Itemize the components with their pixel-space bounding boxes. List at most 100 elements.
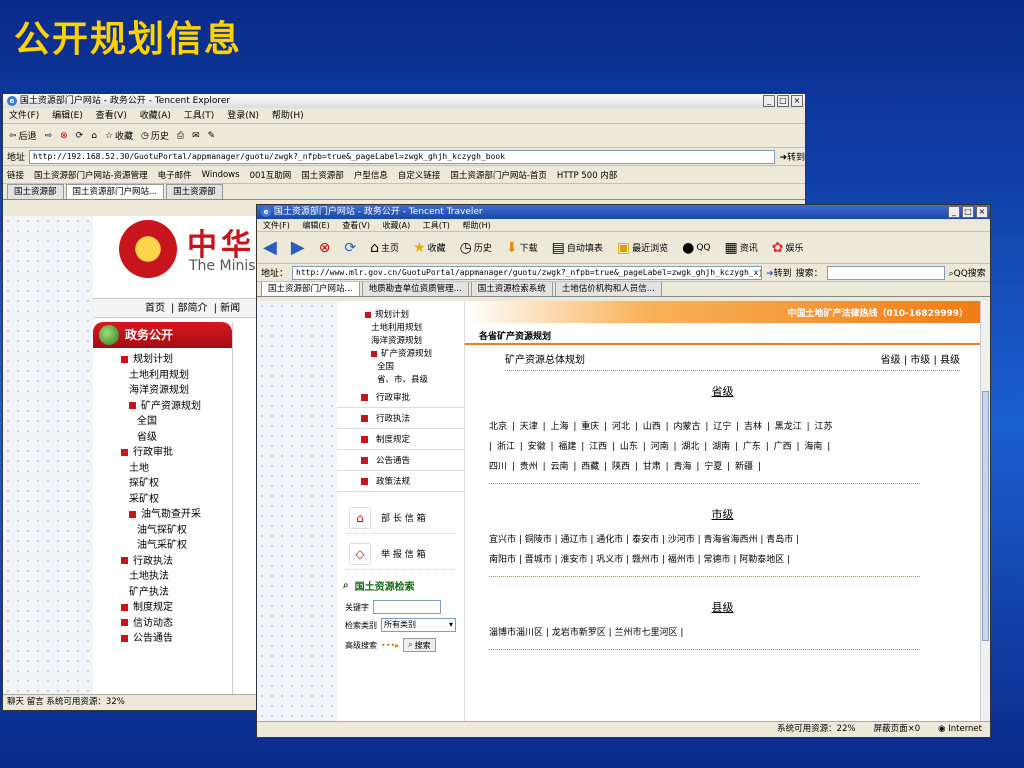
nav-home[interactable]: 首页 [145,303,165,314]
scrollbar-thumb[interactable] [982,391,989,641]
tab-item[interactable]: 国土资源检索系统 [470,282,553,296]
autofill-button[interactable]: ▤ 自动填表 [552,240,603,256]
close-button[interactable]: × [976,206,988,218]
menu-item[interactable]: 采矿权 [93,492,232,508]
home-button[interactable]: ⌂ 主页 [370,240,399,256]
front-address-input[interactable]: http://www.mlr.gov.cn/GuotuPortal/appman… [292,265,763,280]
forward-arrow-icon[interactable]: ▶ [291,237,305,258]
stop-icon[interactable]: ⊗ [60,131,68,141]
sidebar-section[interactable]: 行政执法 [337,408,464,429]
menu-file[interactable]: 文件(F) [263,221,290,230]
menu-help[interactable]: 帮助(H) [272,111,304,121]
go-button[interactable]: ➜转到 [779,150,805,163]
province-line[interactable]: 四川 | 贵州 | 云南 | 西藏 | 陕西 | 甘肃 | 青海 | 宁夏 | … [489,457,940,477]
link-item[interactable]: Windows [202,170,240,180]
forward-arrow-icon[interactable]: ⇨ [45,131,53,141]
menu-item[interactable]: 规划计划 [93,352,232,368]
home-icon[interactable]: ⌂ [91,131,97,141]
menu-item[interactable]: 海洋资源规划 [93,383,232,399]
menu-item[interactable]: 信访动态 [93,616,232,632]
menu-item[interactable]: 全国 [93,414,232,430]
vertical-scrollbar[interactable] [980,301,990,721]
menu-edit[interactable]: 编辑(E) [52,111,83,121]
menu-view[interactable]: 查看(V) [342,221,370,230]
menu-item[interactable]: 土地利用规划 [93,368,232,384]
city-line[interactable]: 宜兴市 | 铜陵市 | 通辽市 | 通化市 | 泰安市 | 沙河市 | 青海省海… [489,530,940,550]
tab-item[interactable]: 地质勘查单位资质管理... [361,282,469,296]
history-button[interactable]: ◷ 历史 [460,240,492,256]
category-select[interactable]: 所有类别 ▾ [381,618,456,632]
sidebar-section[interactable]: 制度规定 [337,429,464,450]
back-address-input[interactable]: http://192.168.52.30/GuotuPortal/appmana… [29,149,776,164]
menu-item[interactable]: 油气勘查开采 [93,507,232,523]
minimize-button[interactable]: _ [948,206,960,218]
tab-item[interactable]: 国土资源部门户网站... [261,282,360,296]
back-arrow-icon[interactable]: ◀ [263,237,277,258]
county-line[interactable]: 淄博市淄川区 | 龙岩市新罗区 | 兰州市七里河区 | [489,623,940,643]
favorites-button[interactable]: ★ 收藏 [413,240,446,256]
menu-file[interactable]: 文件(F) [9,111,39,121]
menu-favorites[interactable]: 收藏(A) [383,221,411,230]
menu-item[interactable]: 矿产资源规划 [93,399,232,415]
tab-item[interactable]: 土地估价机构和人员信... [554,282,662,296]
menu-item[interactable]: 矿产执法 [93,585,232,601]
menu-login[interactable]: 登录(N) [227,111,259,121]
print-icon[interactable]: ⎙ [177,131,184,141]
plan-levels[interactable]: 省级 | 市级 | 县级 [881,351,960,366]
menu-tools[interactable]: 工具(T) [423,221,450,230]
nav-news[interactable]: 新闻 [220,303,240,314]
menu-item[interactable]: 省级 [93,430,232,446]
sidebar-item[interactable]: 土地利用规划 [337,322,464,335]
maximize-button[interactable]: □ [777,95,789,107]
stop-icon[interactable]: ⊗ [319,240,331,256]
history-button[interactable]: ◷ 历史 [141,129,169,143]
minister-mailbox-link[interactable]: ⌂ 部 长 信 箱 [345,502,456,534]
menu-item[interactable]: 行政执法 [93,554,232,570]
link-item[interactable]: 户型信息 [354,169,388,181]
back-button[interactable]: ⇦ 后退 [9,129,37,143]
sidebar-item[interactable]: 全国 [337,361,464,374]
minimize-button[interactable]: _ [763,95,775,107]
province-line[interactable]: 北京 | 天津 | 上海 | 重庆 | 河北 | 山西 | 内蒙古 | 辽宁 |… [489,417,940,437]
front-search-input[interactable] [826,265,945,280]
search-button[interactable]: ⌕ 搜索 [403,638,436,652]
province-line[interactable]: | 浙江 | 安徽 | 福建 | 江西 | 山东 | 河南 | 湖北 | 湖南 … [489,437,940,457]
menu-item[interactable]: 行政审批 [93,445,232,461]
keyword-input[interactable] [373,600,441,614]
menu-tools[interactable]: 工具(T) [184,111,215,121]
go-button[interactable]: ➜转到 [766,266,792,279]
link-item[interactable]: HTTP 500 内部 [557,169,617,181]
sidebar-item[interactable]: 海洋资源规划 [337,335,464,348]
sidebar-item[interactable]: 规划计划 [337,309,464,322]
menu-view[interactable]: 查看(V) [96,111,127,121]
advanced-search-link[interactable]: 高级搜索 [345,640,377,651]
maximize-button[interactable]: □ [962,206,974,218]
tab-item[interactable]: 国土资源部 [166,184,223,199]
qq-search-button[interactable]: ⌕QQ搜索 [949,266,986,279]
menu-item[interactable]: 土地执法 [93,569,232,585]
news-button[interactable]: ▦ 资讯 [725,240,758,256]
menu-help[interactable]: 帮助(H) [462,221,490,230]
entertainment-button[interactable]: ✿ 娱乐 [772,240,804,256]
tab-item[interactable]: 国土资源部门户网站... [65,184,165,199]
sidebar-section[interactable]: 公告通告 [337,450,464,471]
report-mailbox-link[interactable]: ◇ 举 报 信 箱 [345,538,456,570]
menu-item[interactable]: 制度规定 [93,600,232,616]
link-item[interactable]: 电子邮件 [158,169,192,181]
sidebar-section[interactable]: 政策法规 [337,471,464,492]
menu-item[interactable]: 土地 [93,461,232,477]
refresh-icon[interactable]: ⟳ [344,240,356,256]
close-button[interactable]: × [791,95,803,107]
nav-about[interactable]: 部简介 [178,303,208,314]
menu-item[interactable]: 公告通告 [93,631,232,647]
city-line[interactable]: 南阳市 | 晋城市 | 淮安市 | 巩义市 | 赣州市 | 福州市 | 常德市 … [489,550,940,570]
download-button[interactable]: ⬇ 下载 [506,240,538,256]
menu-favorites[interactable]: 收藏(A) [140,111,171,121]
recent-button[interactable]: ▣ 最近浏览 [617,240,668,256]
edit-icon[interactable]: ✎ [208,131,216,141]
menu-item[interactable]: 油气探矿权 [93,523,232,539]
mail-icon[interactable]: ✉ [192,131,200,141]
sidebar-section[interactable]: 行政审批 [337,387,464,408]
tab-item[interactable]: 国土资源部 [7,184,64,199]
favorites-button[interactable]: ☆ 收藏 [105,129,133,143]
